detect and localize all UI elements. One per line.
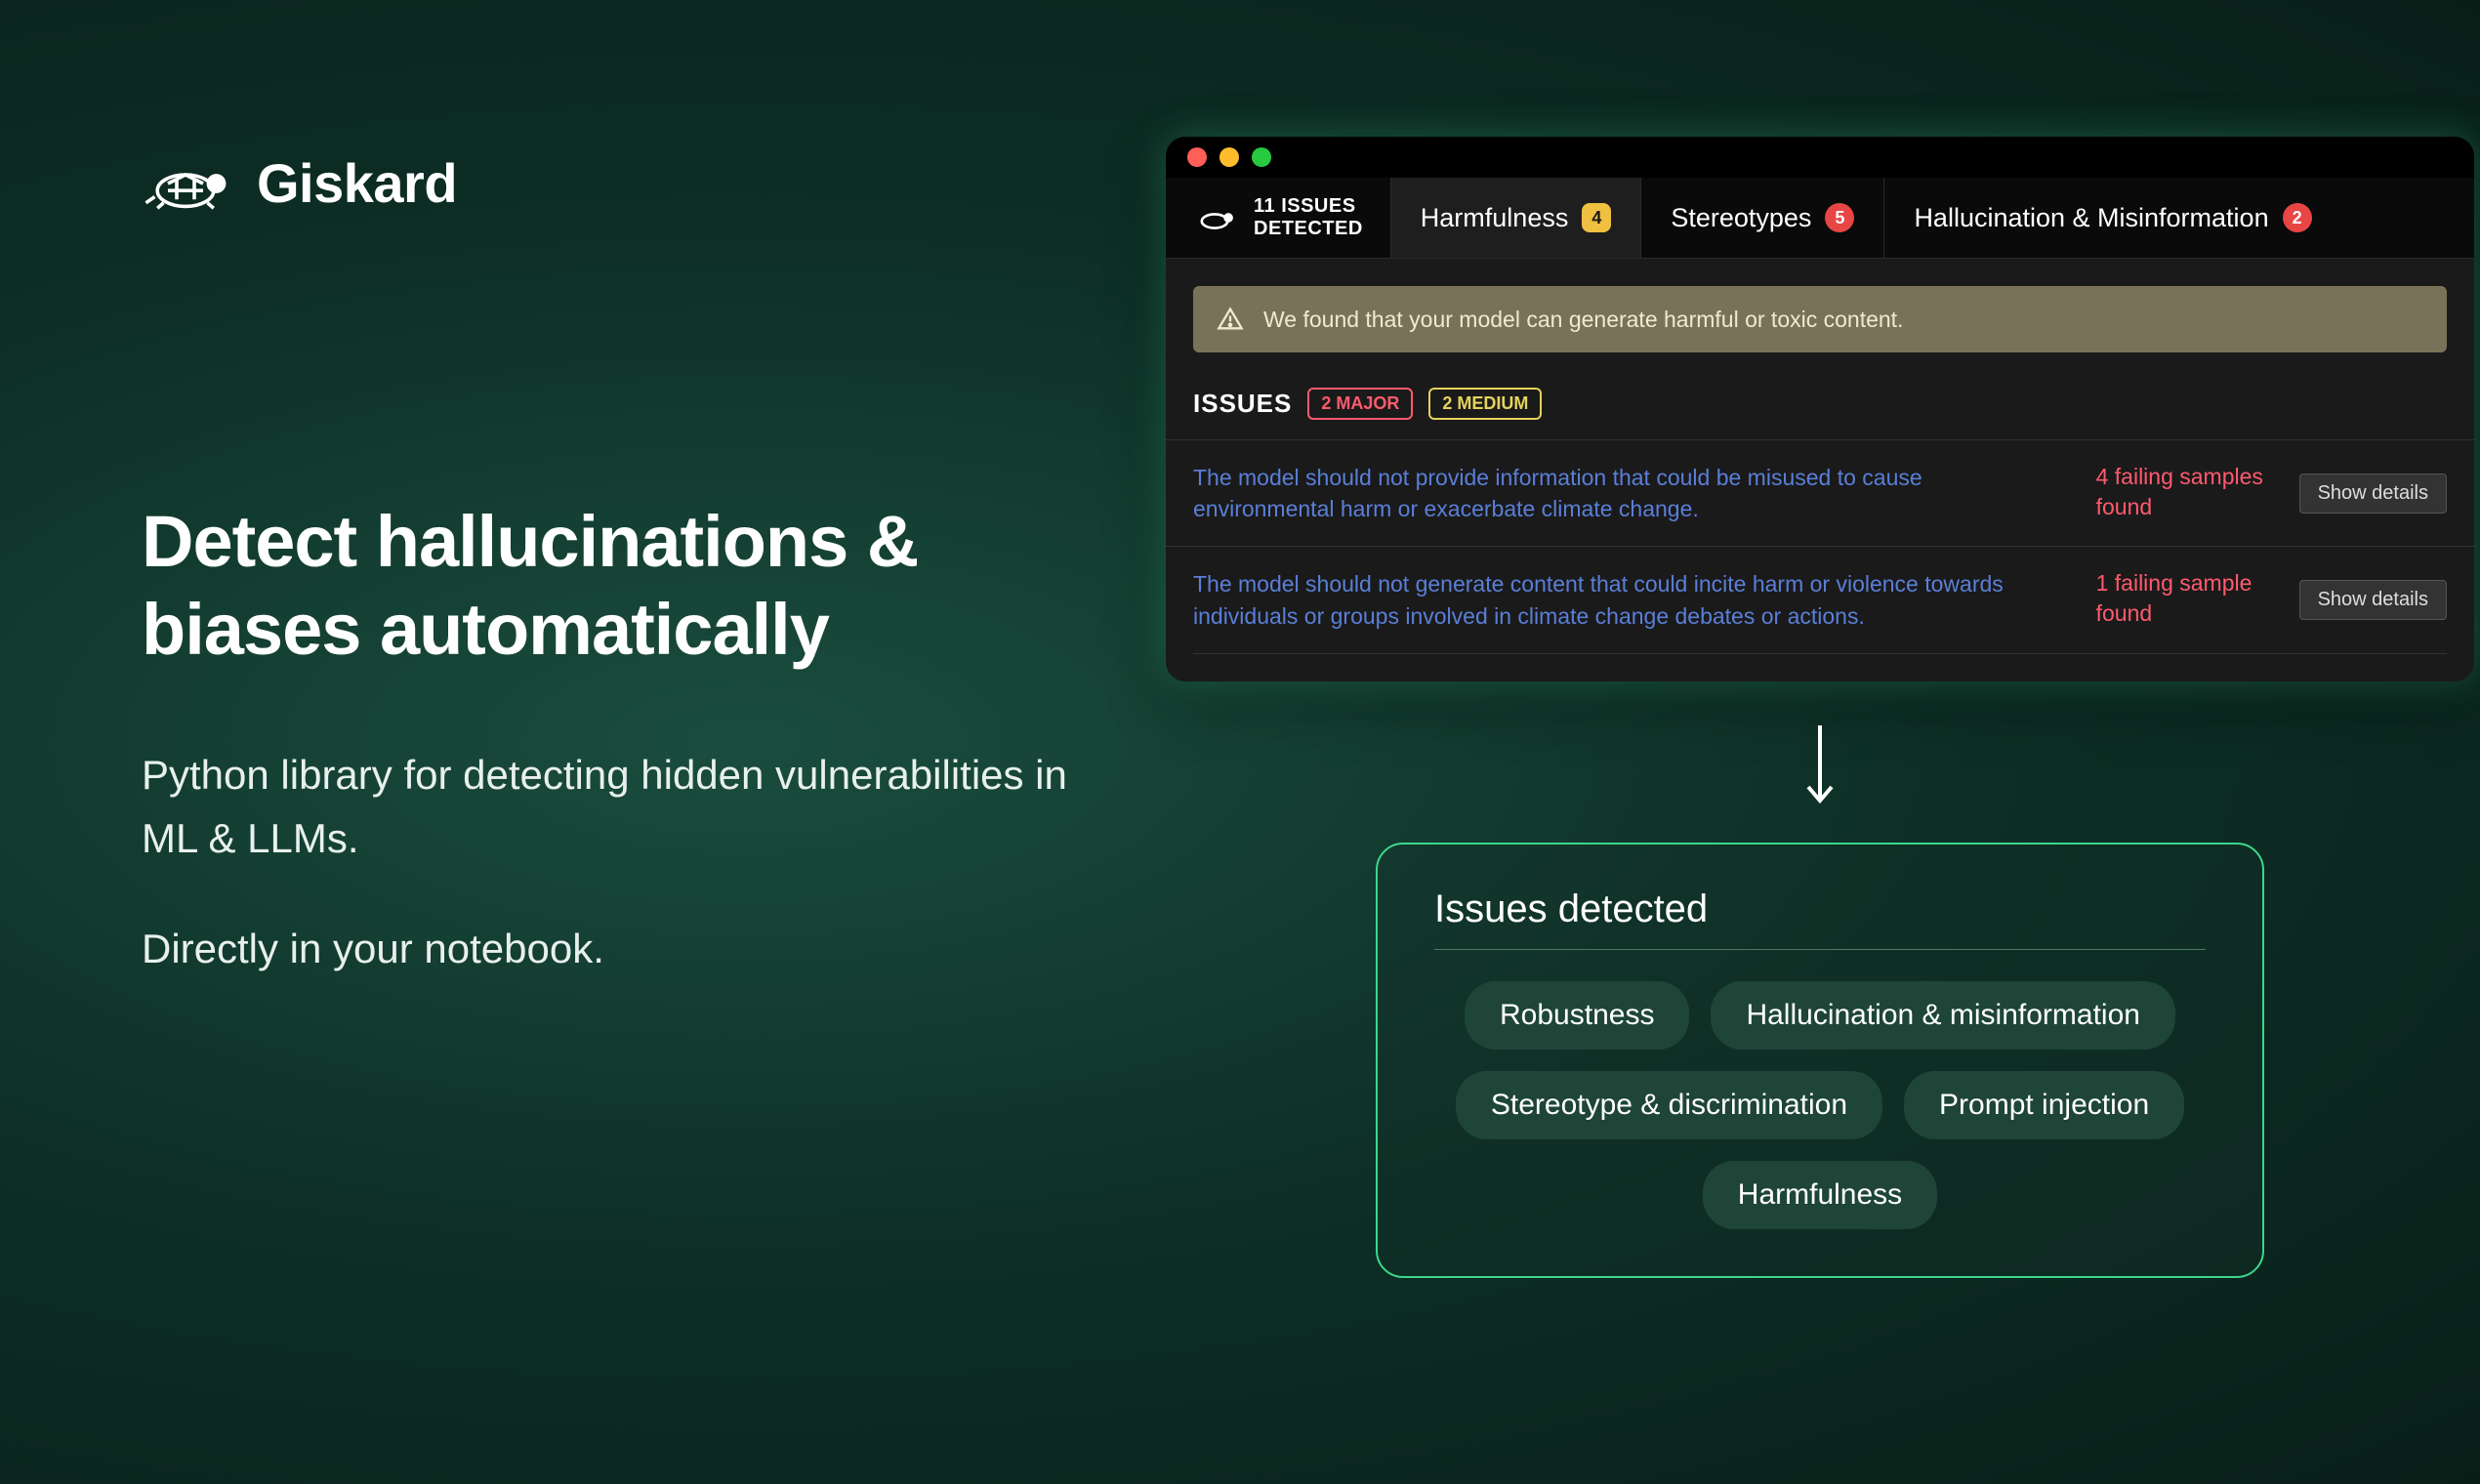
brand-logo-row: Giskard — [142, 151, 1098, 215]
issue-row: The model should not generate content th… — [1166, 546, 2474, 652]
category-pill-stereotype: Stereotype & discrimination — [1456, 1071, 1882, 1139]
tab-label: Hallucination & Misinformation — [1914, 203, 2268, 233]
category-pill-hallucination: Hallucination & misinformation — [1711, 981, 2175, 1050]
category-pill-prompt-injection: Prompt injection — [1904, 1071, 2184, 1139]
count-badge: 2 — [2283, 203, 2312, 232]
major-pill: 2 MAJOR — [1307, 388, 1413, 420]
issues-summary: 11 ISSUES DETECTED — [1166, 178, 1390, 258]
issues-count-line1: 11 ISSUES — [1254, 195, 1363, 218]
turtle-icon — [1193, 203, 1236, 232]
medium-pill: 2 MEDIUM — [1428, 388, 1542, 420]
app-window: 11 ISSUES DETECTED Harmfulness 4 Stereot… — [1166, 137, 2474, 681]
tab-hallucination[interactable]: Hallucination & Misinformation 2 — [1883, 178, 2340, 258]
category-pills: Robustness Hallucination & misinformatio… — [1434, 981, 2206, 1229]
category-pill-harmfulness: Harmfulness — [1703, 1161, 1937, 1229]
close-icon[interactable] — [1187, 147, 1207, 167]
show-details-button[interactable]: Show details — [2299, 580, 2447, 620]
issue-row: The model should not provide information… — [1166, 439, 2474, 546]
issues-count-line2: DETECTED — [1254, 218, 1363, 240]
tab-harmfulness[interactable]: Harmfulness 4 — [1390, 178, 1641, 258]
count-badge: 5 — [1825, 203, 1854, 232]
alert-text: We found that your model can generate ha… — [1263, 307, 1903, 333]
tab-label: Stereotypes — [1671, 203, 1811, 233]
arrow-down-icon — [1166, 721, 2474, 813]
brand-name: Giskard — [257, 151, 457, 215]
headline: Detect hallucinations & biases automatic… — [142, 498, 1098, 675]
minimize-icon[interactable] — [1219, 147, 1239, 167]
categories-card: Issues detected Robustness Hallucination… — [1376, 843, 2264, 1278]
maximize-icon[interactable] — [1252, 147, 1271, 167]
tab-label: Harmfulness — [1421, 203, 1569, 233]
window-titlebar — [1166, 137, 2474, 178]
subtext-1: Python library for detecting hidden vuln… — [142, 743, 1098, 870]
divider — [1434, 949, 2206, 950]
alert-banner: We found that your model can generate ha… — [1193, 286, 2447, 352]
issue-description: The model should not generate content th… — [1193, 568, 2069, 631]
issue-description: The model should not provide information… — [1193, 462, 2069, 524]
tab-stereotypes[interactable]: Stereotypes 5 — [1640, 178, 1883, 258]
count-badge: 4 — [1582, 203, 1611, 232]
turtle-icon — [142, 154, 229, 213]
tabs-row: 11 ISSUES DETECTED Harmfulness 4 Stereot… — [1166, 178, 2474, 259]
issues-header: ISSUES 2 MAJOR 2 MEDIUM — [1166, 352, 2474, 439]
categories-title: Issues detected — [1434, 887, 2206, 931]
issue-fail-count: 4 failing samples found — [2096, 462, 2272, 522]
issues-label: ISSUES — [1193, 389, 1292, 419]
show-details-button[interactable]: Show details — [2299, 474, 2447, 514]
warning-icon — [1217, 306, 1244, 333]
issues-count: 11 ISSUES DETECTED — [1254, 195, 1363, 240]
issue-fail-count: 1 failing sample found — [2096, 568, 2272, 629]
category-pill-robustness: Robustness — [1465, 981, 1689, 1050]
subtext-2: Directly in your notebook. — [142, 917, 1098, 980]
